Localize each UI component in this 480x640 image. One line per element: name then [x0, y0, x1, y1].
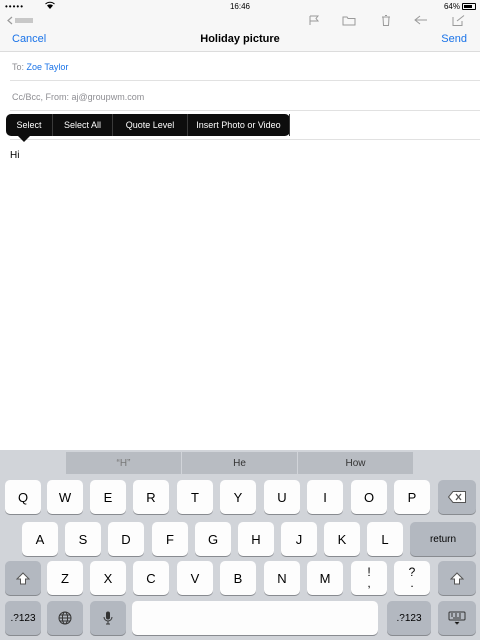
key-z[interactable]: Z	[47, 561, 83, 595]
key-c[interactable]: C	[133, 561, 169, 595]
screen: ••••• 16:46 64% Cancel Holiday picture S…	[0, 0, 480, 640]
cc-label: Cc/Bcc, From: aj@groupwm.com	[12, 92, 144, 102]
key-f[interactable]: F	[152, 522, 188, 556]
battery-icon	[462, 3, 476, 10]
to-recipient-token[interactable]: Zoe Taylor	[27, 62, 69, 72]
dictation-key[interactable]	[90, 601, 126, 635]
key-i[interactable]: I	[307, 480, 343, 514]
trash-icon	[380, 15, 392, 26]
compose-title: Holiday picture	[200, 33, 280, 45]
predictive-bar: “H” He How	[0, 450, 480, 474]
status-bar: ••••• 16:46 64%	[0, 0, 480, 13]
keyboard-dismiss-key[interactable]	[438, 601, 476, 635]
background-mail-toolbar	[0, 13, 480, 28]
menu-pointer-arrow	[18, 136, 30, 142]
key-n[interactable]: N	[264, 561, 300, 595]
key-w[interactable]: W	[47, 480, 83, 514]
key-period-label: .	[410, 576, 414, 590]
key-j[interactable]: J	[281, 522, 317, 556]
shift-icon	[450, 571, 464, 585]
cc-label-text: Cc/Bcc, From:	[12, 92, 70, 102]
key-m[interactable]: M	[307, 561, 343, 595]
compose-header: Cancel Holiday picture Send	[0, 28, 480, 52]
key-d[interactable]: D	[108, 522, 144, 556]
menu-insert-photo-or-video[interactable]: Insert Photo or Video	[188, 114, 290, 136]
message-body[interactable]: Hi	[10, 150, 19, 161]
key-x[interactable]: X	[90, 561, 126, 595]
key-a[interactable]: A	[22, 522, 58, 556]
key-o[interactable]: O	[351, 480, 387, 514]
back-chevron-icon	[6, 16, 36, 28]
compose-icon	[452, 15, 465, 26]
from-address: aj@groupwm.com	[71, 92, 145, 102]
key-s[interactable]: S	[65, 522, 101, 556]
numbers-key-right[interactable]: .?123	[387, 601, 431, 635]
key-k[interactable]: K	[324, 522, 360, 556]
menu-select-all[interactable]: Select All	[53, 114, 113, 136]
key-y[interactable]: Y	[220, 480, 256, 514]
key-h[interactable]: H	[238, 522, 274, 556]
key-u[interactable]: U	[264, 480, 300, 514]
edit-callout-menu: Select Select All Quote Level Insert Pho…	[6, 114, 290, 142]
globe-key[interactable]	[47, 601, 83, 635]
to-field[interactable]: To: Zoe Taylor	[0, 52, 480, 81]
key-v[interactable]: V	[177, 561, 213, 595]
backspace-key[interactable]	[438, 480, 476, 514]
key-question-period[interactable]: ? .	[394, 561, 430, 595]
backspace-icon	[448, 491, 466, 503]
key-b[interactable]: B	[220, 561, 256, 595]
folder-icon	[342, 15, 356, 26]
status-time: 16:46	[229, 2, 251, 11]
cc-bcc-from-field[interactable]: Cc/Bcc, From: aj@groupwm.com	[0, 82, 480, 111]
menu-select[interactable]: Select	[6, 114, 53, 136]
key-g[interactable]: G	[195, 522, 231, 556]
key-t[interactable]: T	[177, 480, 213, 514]
numbers-key-left[interactable]: .?123	[5, 601, 41, 635]
menu-quote-level[interactable]: Quote Level	[113, 114, 188, 136]
microphone-icon	[103, 611, 113, 625]
key-l[interactable]: L	[367, 522, 403, 556]
to-label: To: Zoe Taylor	[12, 62, 68, 72]
suggestion-2[interactable]: He	[182, 452, 297, 474]
space-bar[interactable]	[132, 601, 378, 635]
shift-key-right[interactable]	[438, 561, 476, 595]
key-comma-label: ,	[367, 576, 371, 590]
reply-icon	[414, 15, 427, 26]
keyboard-dismiss-icon	[448, 611, 466, 625]
divider	[10, 139, 480, 140]
return-key[interactable]: return	[410, 522, 476, 556]
key-p[interactable]: P	[394, 480, 430, 514]
flag-icon	[308, 15, 320, 26]
globe-icon	[58, 611, 72, 625]
key-exclaim-comma[interactable]: ! ,	[351, 561, 387, 595]
key-q[interactable]: Q	[5, 480, 41, 514]
divider	[10, 80, 480, 81]
shift-key-left[interactable]	[5, 561, 41, 595]
battery-percent: 64%	[443, 2, 460, 11]
send-button[interactable]: Send	[441, 33, 467, 45]
suggestion-1[interactable]: “H”	[66, 452, 181, 474]
shift-icon	[16, 571, 30, 585]
key-e[interactable]: E	[90, 480, 126, 514]
to-label-text: To:	[12, 62, 25, 72]
key-r[interactable]: R	[133, 480, 169, 514]
suggestion-3[interactable]: How	[298, 452, 413, 474]
keyboard: “H” He How Q W E R T Y U I O P A S D F G…	[0, 450, 480, 640]
